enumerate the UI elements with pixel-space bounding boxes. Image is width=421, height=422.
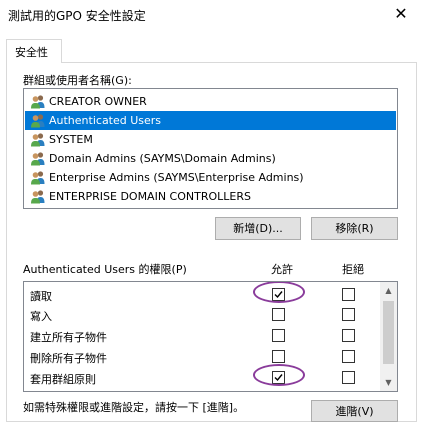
permission-name: 讀取: [30, 290, 52, 303]
allow-checkbox[interactable]: [272, 288, 285, 301]
permission-row: 讀取: [24, 284, 380, 306]
deny-header: 拒絕: [342, 263, 364, 276]
permission-name: 建立所有子物件: [30, 331, 107, 344]
list-item[interactable]: Domain Admins (SAYMS\Domain Admins): [25, 149, 396, 168]
groups-label: 群組或使用者名稱(G):: [23, 74, 132, 87]
list-item[interactable]: SYSTEM: [25, 130, 396, 149]
permission-row: 建立所有子物件: [24, 325, 380, 347]
permission-row: 套用群組原則: [24, 367, 380, 389]
tab-security-label: 安全性: [15, 46, 48, 59]
list-item[interactable]: ENTERPRISE DOMAIN CONTROLLERS: [25, 187, 396, 206]
users-icon: [30, 189, 46, 204]
list-item-label: ENTERPRISE DOMAIN CONTROLLERS: [49, 190, 251, 203]
permission-name: 刪除所有子物件: [30, 352, 107, 365]
list-item[interactable]: Authenticated Users: [25, 111, 396, 130]
scroll-thumb[interactable]: [383, 301, 394, 364]
permissions-label: Authenticated Users 的權限(P): [23, 263, 187, 276]
allow-checkbox[interactable]: [272, 329, 285, 342]
list-item-label: Domain Admins (SAYMS\Domain Admins): [49, 152, 276, 165]
list-item-label: Authenticated Users: [49, 114, 162, 127]
advanced-button[interactable]: 進階(V): [311, 400, 398, 422]
allow-checkbox[interactable]: [272, 371, 285, 384]
deny-checkbox[interactable]: [342, 371, 355, 384]
deny-checkbox[interactable]: [342, 308, 355, 321]
users-icon: [30, 132, 46, 147]
advanced-hint: 如需特殊權限或進階設定，請按一下 [進階]。: [23, 401, 245, 414]
deny-checkbox[interactable]: [342, 329, 355, 342]
title-bar: 測試用的GPO 安全性設定 ✕: [0, 0, 421, 30]
users-icon: [30, 113, 46, 128]
permissions-scrollbar[interactable]: ▲ ▼: [380, 282, 397, 391]
allow-checkbox[interactable]: [272, 308, 285, 321]
list-item[interactable]: Enterprise Admins (SAYMS\Enterprise Admi…: [25, 168, 396, 187]
users-icon: [30, 151, 46, 166]
permission-row: 寫入: [24, 304, 380, 326]
permission-name: 寫入: [30, 310, 52, 323]
users-icon: [30, 170, 46, 185]
tab-security[interactable]: 安全性: [6, 39, 62, 63]
list-item-label: Enterprise Admins (SAYMS\Enterprise Admi…: [49, 171, 304, 184]
scroll-up-icon[interactable]: ▲: [380, 282, 397, 299]
permission-name: 套用群組原則: [30, 373, 96, 386]
add-button[interactable]: 新增(D)...: [215, 217, 301, 240]
deny-checkbox[interactable]: [342, 288, 355, 301]
list-item-label: CREATOR OWNER: [49, 95, 147, 108]
permissions-list: 讀取 寫入 建立所有子物件 刪除所有子物件 套用群組原則 ▲ ▼: [23, 281, 398, 392]
window-title: 測試用的GPO 安全性設定: [8, 9, 146, 23]
permission-row: 刪除所有子物件: [24, 346, 380, 368]
list-item-label: SYSTEM: [49, 133, 93, 146]
list-item[interactable]: CREATOR OWNER: [25, 92, 396, 111]
groups-listbox[interactable]: CREATOR OWNER Authenticated Users SYSTEM…: [23, 88, 398, 209]
users-icon: [30, 94, 46, 109]
close-icon[interactable]: ✕: [391, 4, 411, 24]
remove-button[interactable]: 移除(R): [311, 217, 398, 240]
deny-checkbox[interactable]: [342, 350, 355, 363]
scroll-down-icon[interactable]: ▼: [380, 374, 397, 391]
allow-header: 允許: [271, 263, 293, 276]
allow-checkbox[interactable]: [272, 350, 285, 363]
